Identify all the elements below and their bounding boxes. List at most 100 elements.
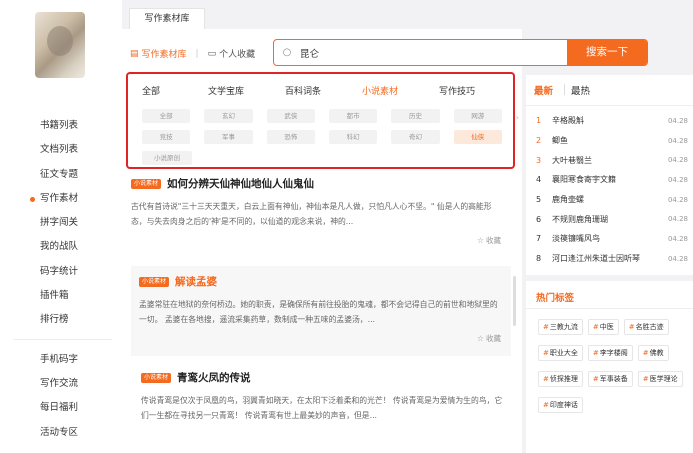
- favorite-label: 收藏: [486, 236, 501, 245]
- article-title[interactable]: 解读孟婆: [175, 274, 217, 289]
- hash-icon: #: [642, 375, 649, 383]
- sidebar-item-books[interactable]: 书籍列表: [0, 114, 122, 138]
- category-encyclopedia[interactable]: 百科词条: [285, 84, 362, 97]
- list-item[interactable]: 6 不规则鹿角珊瑚 04.28: [536, 209, 688, 229]
- tag-original[interactable]: 小说原创: [142, 151, 192, 165]
- rank-title: 河口逢江州朱道士因听琴: [552, 254, 640, 264]
- search-bar: ○ 搜索一下: [273, 39, 648, 66]
- library-tabs: ▤ 写作素材库 | ▭ 个人收藏: [130, 47, 256, 61]
- sidebar-item-docs[interactable]: 文档列表: [0, 138, 122, 162]
- list-item[interactable]: 4 襄阳寒食寄宇文籍 04.28: [536, 170, 688, 190]
- rank-number: 4: [536, 175, 542, 185]
- hot-tag[interactable]: #印度神话: [538, 397, 583, 413]
- search-icon: ○: [282, 47, 292, 58]
- category-literature[interactable]: 文学宝库: [208, 84, 285, 97]
- tab-writing-material[interactable]: 写作素材库: [129, 8, 205, 29]
- tag-online-game[interactable]: 网游: [453, 109, 502, 123]
- hot-tag[interactable]: #中医: [587, 319, 619, 335]
- list-item[interactable]: 2 鲫鱼 04.28: [536, 131, 688, 151]
- tag-competitive[interactable]: 竞技: [142, 130, 191, 144]
- article-title[interactable]: 青鸾火凤的传说: [177, 370, 251, 385]
- hot-tag[interactable]: #佛教: [637, 345, 669, 361]
- avatar[interactable]: [35, 12, 85, 78]
- tab-hottest[interactable]: 最热: [571, 83, 590, 97]
- tag-horror[interactable]: 恐怖: [266, 130, 315, 144]
- active-dot-icon: [30, 196, 35, 202]
- hot-tag[interactable]: #名胜古迹: [623, 319, 669, 335]
- tag-grid: 全部 玄幻 武侠 都市 历史 网游 竞技 军事 恐怖 科幻 奇幻 仙侠 小说原创: [142, 109, 502, 172]
- hot-tag[interactable]: #职业大全: [538, 345, 583, 361]
- sidebar-item-exchange[interactable]: 写作交流: [0, 372, 122, 396]
- sidebar-item-contest[interactable]: 征文专题: [0, 163, 122, 187]
- list-item[interactable]: 7 淡篌镰嘴风鸟 04.28: [536, 229, 688, 249]
- tag-row: 全部 玄幻 武侠 都市 历史 网游: [142, 109, 502, 123]
- category-all[interactable]: 全部: [142, 84, 208, 97]
- chevron-right-icon[interactable]: ›: [516, 113, 519, 122]
- article-card[interactable]: 小说素材 青鸾火凤的传说 传说青鸾是仅次于凤凰的鸟，羽翼青如晓天，在太阳下泛着柔…: [131, 370, 511, 430]
- tag-history[interactable]: 历史: [391, 109, 440, 123]
- hot-tag[interactable]: #侦探推理: [538, 371, 583, 387]
- hash-icon: #: [592, 323, 599, 331]
- tag-scifi[interactable]: 科幻: [328, 130, 378, 144]
- rank-number: 2: [536, 136, 542, 146]
- list-item[interactable]: 3 大叶巷翳兰 04.28: [536, 150, 688, 170]
- article-card[interactable]: 小说素材 解读孟婆 孟婆常驻在地狱的奈何桥边。她的职责，是确保所有前往投胎的鬼魂…: [131, 266, 511, 356]
- list-item[interactable]: 5 鹿角壶螺 04.28: [536, 190, 688, 210]
- rank-title: 大叶巷翳兰: [552, 155, 592, 165]
- article-card[interactable]: 小说素材 如何分辨天仙神仙地仙人仙鬼仙 古代有首诗说"三十三天天重天，白云上面有…: [131, 176, 511, 259]
- rank-date: 04.28: [667, 234, 688, 243]
- rank-title: 不规则鹿角珊瑚: [552, 214, 608, 224]
- tag-all[interactable]: 全部: [142, 109, 191, 123]
- rank-date: 04.28: [667, 175, 688, 184]
- tab-separator: [564, 84, 565, 95]
- sidebar-item-daily-bonus[interactable]: 每日福利: [0, 396, 122, 420]
- rank-title: 淡篌镰嘴风鸟: [552, 234, 600, 244]
- sidebar-item-team[interactable]: 我的战队: [0, 235, 122, 259]
- sidebar-item-stats[interactable]: 码字统计: [0, 260, 122, 284]
- tag-row: 竞技 军事 恐怖 科幻 奇幻 仙侠: [142, 130, 502, 144]
- sidebar-item-spelling[interactable]: 拼字闯关: [0, 211, 122, 235]
- favorite-button[interactable]: ☆ 收藏: [131, 235, 511, 246]
- hot-tag[interactable]: #军事装备: [587, 371, 633, 387]
- tag-fantasy[interactable]: 奇幻: [391, 130, 440, 144]
- sidebar-item-plugins[interactable]: 插件箱: [0, 284, 122, 308]
- rank-title: 鲫鱼: [552, 136, 568, 146]
- list-item[interactable]: 8 河口逢江州朱道士因听琴 04.28: [536, 249, 688, 269]
- tag-urban[interactable]: 都市: [328, 109, 378, 123]
- search-input[interactable]: [300, 40, 567, 65]
- hash-icon: #: [592, 375, 599, 383]
- tag-xuanhuan[interactable]: 玄幻: [204, 109, 253, 123]
- star-icon: ☆: [476, 236, 484, 245]
- sidebar-item-ranking[interactable]: 排行榜: [0, 308, 122, 332]
- list-item[interactable]: 1 辛格殿斛 04.28: [536, 111, 688, 131]
- sidebar-item-events[interactable]: 活动专区: [0, 421, 122, 445]
- favorite-button[interactable]: ☆ 收藏: [131, 333, 511, 344]
- tab-personal-favorites[interactable]: ▭ 个人收藏: [207, 47, 256, 61]
- category-novel-material[interactable]: 小说素材: [362, 84, 439, 97]
- hot-tag[interactable]: #医学理论: [637, 371, 683, 387]
- tag-xianxia[interactable]: 仙侠: [453, 130, 502, 144]
- ranking-tabs: 最新 最热: [534, 83, 590, 97]
- tab-latest[interactable]: 最新: [534, 83, 553, 97]
- tab-label: 个人收藏: [219, 50, 256, 60]
- sidebar-item-writing-material[interactable]: 写作素材: [0, 187, 122, 211]
- search-button[interactable]: 搜索一下: [567, 40, 647, 65]
- scrollbar[interactable]: [513, 276, 516, 326]
- hot-tag-label: 军事装备: [599, 375, 628, 383]
- article-header: 小说素材 青鸾火凤的传说: [141, 370, 511, 385]
- tag-wuxia[interactable]: 武侠: [266, 109, 315, 123]
- hot-tags-panel: 热门标签 #三教九流 #中医 #名胜古迹 #职业大全 #李字楼阁 #佛教 #侦探…: [526, 281, 693, 453]
- article-title[interactable]: 如何分辨天仙神仙地仙人仙鬼仙: [167, 176, 314, 191]
- hot-tag[interactable]: #李字楼阁: [587, 345, 633, 361]
- folder-icon: ▭: [207, 48, 217, 59]
- tag-military[interactable]: 军事: [204, 130, 253, 144]
- rank-date: 04.28: [667, 215, 688, 224]
- sidebar-item-mobile[interactable]: 手机码字: [0, 348, 122, 372]
- tab-material-library[interactable]: ▤ 写作素材库: [130, 47, 187, 61]
- rank-date: 04.28: [667, 156, 688, 165]
- hot-tag-label: 侦探推理: [549, 375, 578, 383]
- divider: [526, 105, 693, 106]
- category-writing-skills[interactable]: 写作技巧: [439, 84, 505, 97]
- hot-tag-label: 印度神话: [549, 401, 578, 409]
- hot-tag[interactable]: #三教九流: [538, 319, 583, 335]
